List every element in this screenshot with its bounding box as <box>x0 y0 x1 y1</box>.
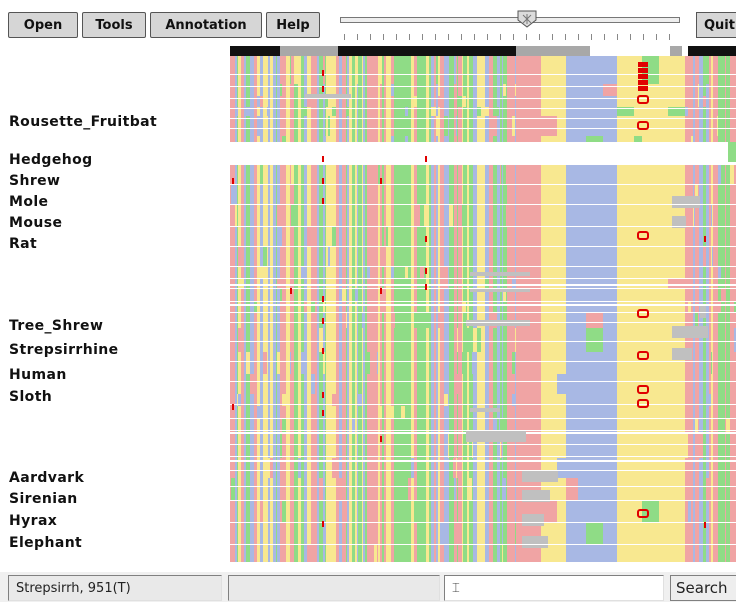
text-cursor-icon: ⌶ <box>452 580 460 596</box>
open-button[interactable]: Open <box>8 12 78 38</box>
species-label[interactable]: Shrew <box>9 173 60 189</box>
search-button[interactable]: Search <box>670 575 736 601</box>
tools-button[interactable]: Tools <box>82 12 146 38</box>
overview-segment <box>230 46 280 56</box>
position-readout: Strepsirrh, 951(T) <box>8 575 222 601</box>
species-label[interactable]: Strepsirrhine <box>9 342 119 358</box>
overview-segment <box>560 46 590 56</box>
species-label[interactable]: Human <box>9 367 67 383</box>
species-label[interactable]: Mole <box>9 194 48 210</box>
species-label[interactable]: Rousette_Fruitbat <box>9 114 157 130</box>
species-label[interactable]: Hedgehog <box>9 152 93 168</box>
overview-segment <box>338 46 516 56</box>
zoom-slider[interactable] <box>336 10 684 40</box>
alignment-overview-bar[interactable] <box>230 46 736 56</box>
overview-segment <box>688 46 736 56</box>
species-label[interactable]: Mouse <box>9 215 62 231</box>
species-label[interactable]: Sirenian <box>9 491 78 507</box>
species-label[interactable]: Hyrax <box>9 513 57 529</box>
help-button[interactable]: Help <box>266 12 320 38</box>
zoom-slider-track[interactable] <box>340 17 680 23</box>
species-label[interactable]: Sloth <box>9 389 52 405</box>
quit-button[interactable]: Quit <box>696 12 736 38</box>
search-input[interactable]: ⌶ <box>444 575 664 601</box>
overview-segment <box>524 46 560 56</box>
species-label[interactable]: Elephant <box>9 535 82 551</box>
toolbar: Open Tools Annotation Help Quit <box>0 0 736 46</box>
status-bar: Strepsirrh, 951(T) ⌶ Search <box>0 572 736 602</box>
species-label[interactable]: Rat <box>9 236 37 252</box>
species-label[interactable]: Aardvark <box>9 470 84 486</box>
slider-thumb-icon[interactable] <box>517 10 537 28</box>
annotation-button[interactable]: Annotation <box>150 12 262 38</box>
overview-segment <box>670 46 682 56</box>
overview-segment <box>280 46 338 56</box>
species-label[interactable]: Tree_Shrew <box>9 318 103 334</box>
species-name-panel: Rousette_Fruitbat Hedgehog Shrew Mole Mouse R… <box>0 56 230 568</box>
overview-segment <box>516 46 524 56</box>
zoom-slider-ticks <box>344 34 676 40</box>
status-message <box>228 575 440 601</box>
alignment-view[interactable] <box>230 56 736 562</box>
